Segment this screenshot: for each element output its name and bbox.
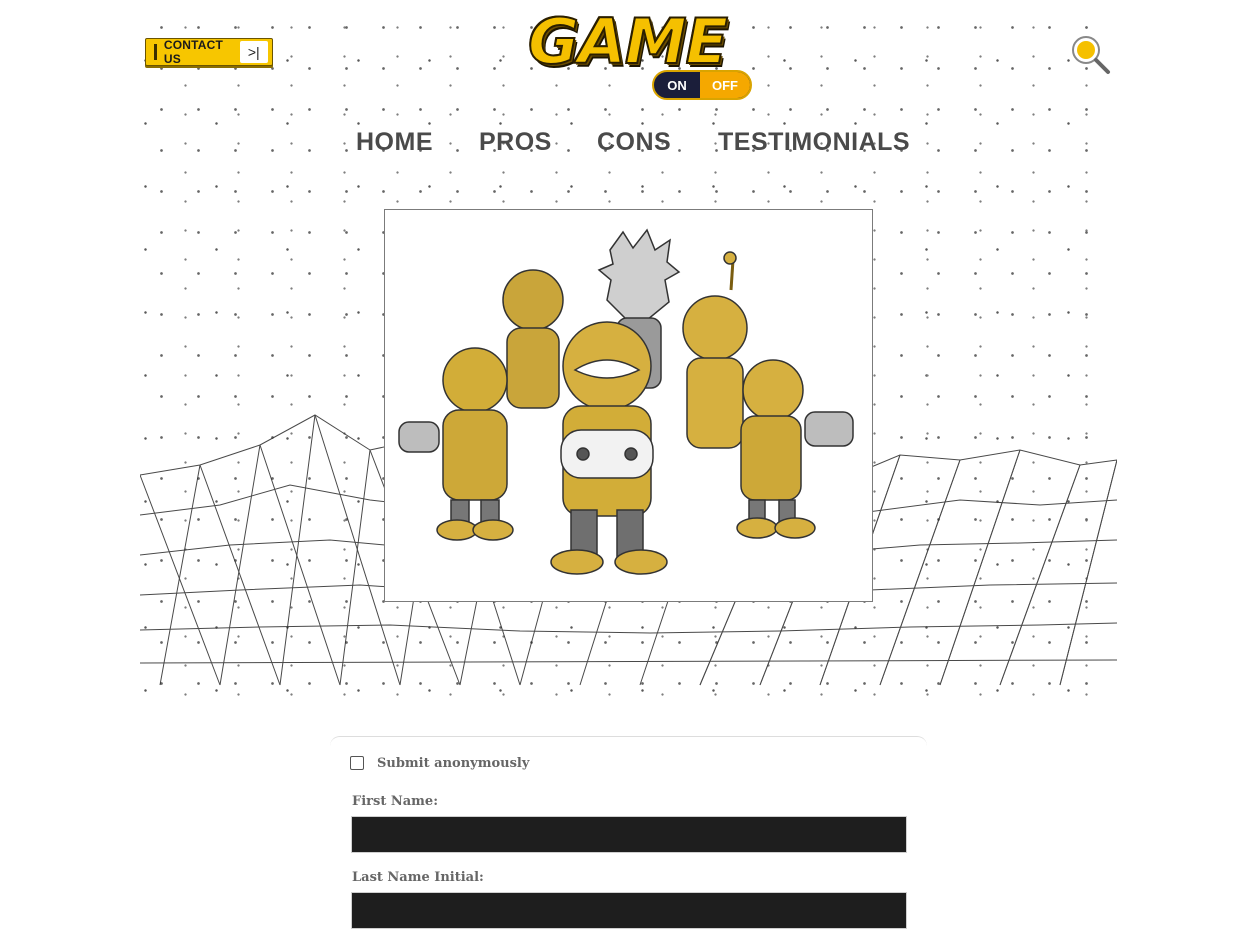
- first-name-input[interactable]: [351, 816, 907, 853]
- hero-image: [384, 209, 873, 602]
- submit-anonymously-checkbox[interactable]: [350, 756, 364, 770]
- game-on-off-logo[interactable]: GAME ON OFF: [520, 5, 780, 106]
- contact-us-label: CONTACT US: [163, 38, 224, 66]
- last-name-initial-label: Last Name Initial:: [352, 870, 484, 885]
- logo-off-text: OFF: [700, 72, 750, 98]
- gamer-squad-illustration: [398, 228, 854, 575]
- nav-home[interactable]: HOME: [356, 128, 433, 157]
- logo-wordmark: GAME: [527, 5, 729, 79]
- submit-anonymously-label[interactable]: Submit anonymously: [377, 756, 529, 771]
- nav-testimonials[interactable]: TESTIMONIALS: [718, 128, 910, 157]
- last-name-initial-input[interactable]: [351, 892, 907, 929]
- nav-cons[interactable]: CONS: [597, 128, 671, 157]
- logo-on-text: ON: [667, 77, 687, 93]
- nav-pros[interactable]: PROS: [479, 128, 552, 157]
- arrow-right-icon: >|: [239, 41, 268, 63]
- accent-bar: [154, 44, 157, 60]
- main-navigation: HOME PROS CONS TESTIMONIALS: [0, 128, 1248, 162]
- search-button[interactable]: [1068, 32, 1112, 76]
- first-name-label: First Name:: [352, 794, 438, 809]
- search-icon: [1072, 36, 1110, 74]
- logo-toggle: ON OFF: [652, 70, 752, 100]
- contact-us-button[interactable]: CONTACT US >|: [145, 38, 273, 66]
